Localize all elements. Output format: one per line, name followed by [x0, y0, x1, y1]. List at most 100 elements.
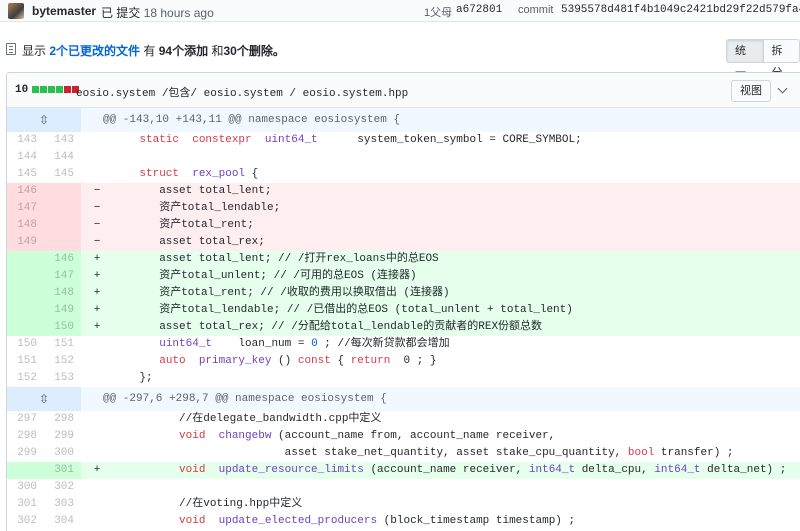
- diff-summary: 显示 2个已更改的文件 有 94个添加 和30个删除。: [22, 42, 285, 59]
- diff-marker: [81, 445, 109, 462]
- new-line-number[interactable]: [44, 200, 81, 217]
- added-line: 301 + void update_resource_limits (accoun…: [7, 462, 800, 479]
- old-line-number[interactable]: 301: [7, 496, 44, 513]
- code-text: 资产total_lendable;: [113, 202, 281, 214]
- old-line-number[interactable]: 146: [7, 183, 44, 200]
- new-line-number[interactable]: 153: [44, 370, 81, 387]
- code-text: asset total_lent;: [113, 185, 272, 197]
- new-line-number[interactable]: 300: [44, 445, 81, 462]
- new-line-number[interactable]: 144: [44, 149, 81, 166]
- code-text: //在delegate_bandwidth.cpp中定义: [113, 413, 382, 425]
- diff-marker: +: [93, 270, 101, 282]
- old-line-number[interactable]: [7, 319, 44, 336]
- parent-sha-link[interactable]: a672801: [456, 4, 502, 16]
- old-line-number[interactable]: 298: [7, 428, 44, 445]
- diff-marker: +: [93, 304, 101, 316]
- old-line-number[interactable]: 144: [7, 149, 44, 166]
- unified-button[interactable]: 统一: [726, 39, 764, 79]
- old-line-number[interactable]: 297: [7, 411, 44, 428]
- new-line-number[interactable]: 148: [44, 285, 81, 302]
- expand-icon[interactable]: ⇳: [7, 387, 81, 411]
- old-line-number[interactable]: 150: [7, 336, 44, 353]
- commit-sha[interactable]: 5395578d481f4b1049c2421bd29f22d579fa4bf4: [561, 4, 800, 16]
- context-line: 145 145 struct rex_pool {: [7, 166, 800, 183]
- diff-lines: ⇳ @@ -143,10 +143,11 @@ namespace eosiosy…: [7, 108, 800, 530]
- deleted-line: 146 − asset total_lent;: [7, 183, 800, 200]
- old-line-number[interactable]: 148: [7, 217, 44, 234]
- new-line-number[interactable]: 152: [44, 353, 81, 370]
- diffstat-blocks: [32, 86, 80, 93]
- old-line-number[interactable]: 145: [7, 166, 44, 183]
- hunk-header: ⇳ @@ -143,10 +143,11 @@ namespace eosiosy…: [7, 108, 800, 132]
- added-line: 148 + 资产total_rent; // /收取的费用以换取借出 (连接器): [7, 285, 800, 302]
- code-text: asset total_rex;: [113, 236, 265, 248]
- diff-marker: −: [93, 236, 101, 248]
- expand-icon[interactable]: ⇳: [7, 108, 81, 132]
- added-line: 149 + 资产total_lendable; // /已借出的总EOS (tot…: [7, 302, 800, 319]
- new-line-number[interactable]: [44, 183, 81, 200]
- split-button[interactable]: 拆分: [763, 39, 800, 79]
- old-line-number[interactable]: 299: [7, 445, 44, 462]
- new-line-number[interactable]: 145: [44, 166, 81, 183]
- new-line-number[interactable]: 149: [44, 302, 81, 319]
- commit-time: 已 提交 18 hours ago: [101, 4, 214, 21]
- deletions-count: 30个删除。: [223, 44, 285, 58]
- old-line-number[interactable]: [7, 462, 44, 479]
- new-line-number[interactable]: 304: [44, 513, 81, 530]
- hunk-text: @@ -143,10 +143,11 @@ namespace eosiosys…: [103, 114, 401, 126]
- code-text: 资产total_unlent; // /可用的总EOS (连接器): [113, 270, 417, 282]
- new-line-number[interactable]: 147: [44, 268, 81, 285]
- code-text: struct rex_pool {: [139, 168, 259, 180]
- old-line-number[interactable]: [7, 302, 44, 319]
- new-line-number[interactable]: [44, 234, 81, 251]
- author-name[interactable]: bytemaster: [32, 4, 96, 18]
- code-text: 资产total_lendable; // /已借出的总EOS (total_un…: [113, 304, 573, 316]
- chevron-down-icon[interactable]: [777, 83, 788, 94]
- diff-marker: [81, 411, 109, 428]
- old-line-number[interactable]: [7, 285, 44, 302]
- parent-label: 1父母: [424, 7, 453, 19]
- diffstat-count: 10: [15, 84, 29, 96]
- view-file-button[interactable]: 视图: [731, 80, 771, 102]
- additions-count: 94个添加: [158, 44, 209, 58]
- author-avatar[interactable]: [8, 3, 24, 19]
- old-line-number[interactable]: 302: [7, 513, 44, 530]
- new-line-number[interactable]: [44, 217, 81, 234]
- new-line-number[interactable]: 151: [44, 336, 81, 353]
- new-line-number[interactable]: 143: [44, 132, 81, 149]
- old-line-number[interactable]: 151: [7, 353, 44, 370]
- new-line-number[interactable]: 303: [44, 496, 81, 513]
- diffstat-add-block: [40, 86, 47, 93]
- old-line-number[interactable]: [7, 268, 44, 285]
- old-line-number[interactable]: 152: [7, 370, 44, 387]
- hunk-header: ⇳ @@ -297,6 +298,7 @@ namespace eosiosyst…: [7, 387, 800, 411]
- context-line: 300 302: [7, 479, 800, 496]
- code-text: void changebw (account_name from, accoun…: [179, 430, 556, 442]
- old-line-number[interactable]: 147: [7, 200, 44, 217]
- old-line-number[interactable]: 143: [7, 132, 44, 149]
- added-line: 146 + asset total_lent; // /打开rex_loans中的…: [7, 251, 800, 268]
- new-line-number[interactable]: 301: [44, 462, 81, 479]
- new-line-number[interactable]: 302: [44, 479, 81, 496]
- file-path[interactable]: eosio.system /包含/ eosio.system / eosio.s…: [76, 84, 408, 100]
- old-line-number[interactable]: 149: [7, 234, 44, 251]
- code-text: //在voting.hpp中定义: [113, 498, 303, 510]
- context-line: 297 298 //在delegate_bandwidth.cpp中定义: [7, 411, 800, 428]
- code-text: uint64_t loan_num = 0 ; //每次新贷款都会增加: [159, 338, 450, 350]
- diff-marker: +: [93, 321, 101, 333]
- new-line-number[interactable]: 146: [44, 251, 81, 268]
- old-line-number[interactable]: 300: [7, 479, 44, 496]
- old-line-number[interactable]: [7, 251, 44, 268]
- new-line-number[interactable]: 298: [44, 411, 81, 428]
- diffstat-add-block: [56, 86, 63, 93]
- diff-marker: +: [93, 287, 101, 299]
- changed-files-link[interactable]: 2个已更改的文件: [49, 44, 140, 58]
- new-line-number[interactable]: 150: [44, 319, 81, 336]
- context-line: 152 153 };: [7, 370, 800, 387]
- context-line: 150 151 uint64_t loan_num = 0 ; //每次新贷款都会…: [7, 336, 800, 353]
- file-list-icon[interactable]: [6, 43, 16, 55]
- new-line-number[interactable]: 299: [44, 428, 81, 445]
- code-text: };: [113, 372, 153, 384]
- diff-marker: [81, 513, 109, 530]
